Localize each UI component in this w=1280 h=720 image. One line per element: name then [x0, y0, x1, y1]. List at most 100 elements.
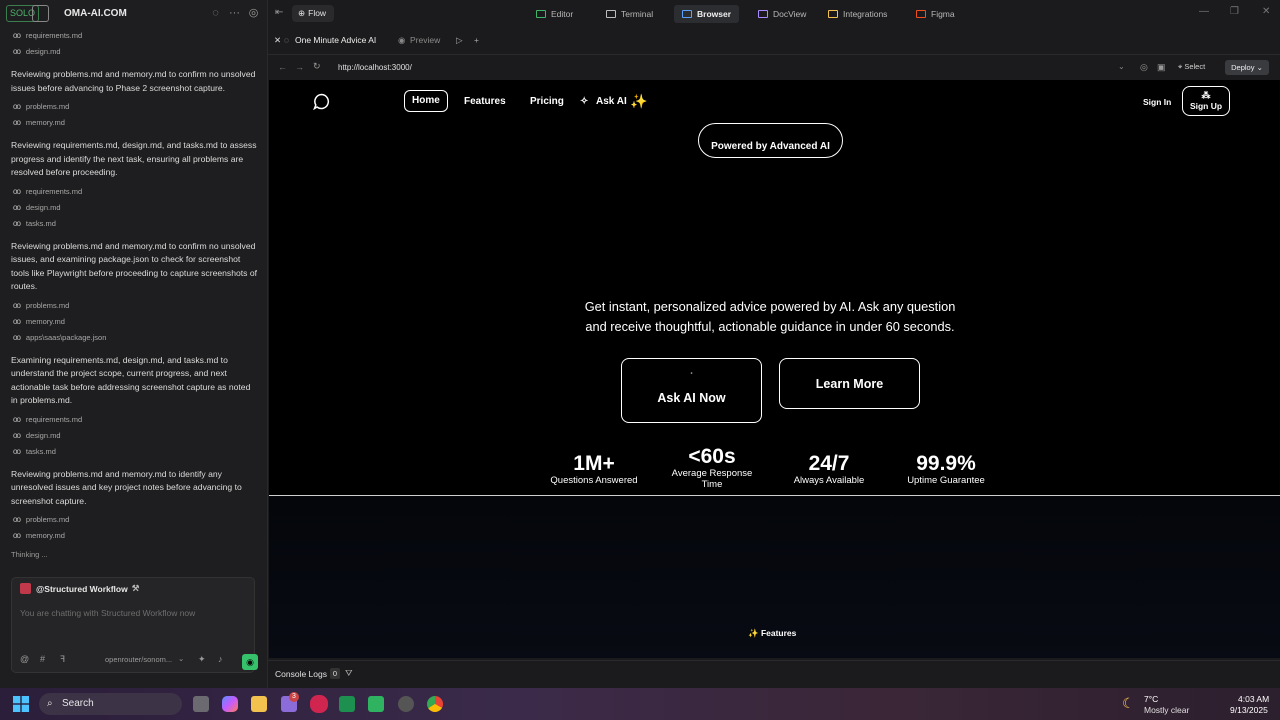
tab-figma[interactable]: Figma [908, 5, 963, 23]
back-icon[interactable]: ← [278, 62, 287, 72]
maximize-icon[interactable]: ❐ [1230, 6, 1239, 17]
nav-pricing[interactable]: Pricing [530, 96, 564, 107]
file-reference[interactable]: oo design.md [11, 200, 259, 216]
teams-icon[interactable]: 3 [281, 692, 299, 712]
file-reference[interactable]: oo problems.md [11, 99, 259, 115]
figma-attach-icon[interactable]: ꟻ [60, 654, 65, 665]
deploy-button[interactable]: Deploy ⌄ [1225, 60, 1269, 75]
tab-label: Browser [697, 9, 732, 19]
file-reference[interactable]: oo problems.md [11, 298, 259, 314]
taskbar-search[interactable]: ⌕ Search [39, 693, 182, 715]
opera-icon[interactable] [310, 695, 328, 713]
preview-tab[interactable]: Preview [410, 34, 440, 46]
file-reference[interactable]: oo memory.md [11, 314, 259, 330]
close-tab-icon[interactable]: ✕ [274, 34, 281, 46]
terminal-icon [606, 10, 616, 18]
file-reference-label: memory.md [25, 531, 65, 540]
file-reference[interactable]: oo requirements.md [11, 184, 259, 200]
close-window-icon[interactable]: ✕ [1262, 6, 1270, 17]
file-explorer-icon[interactable] [251, 696, 267, 712]
chevron-down-icon[interactable]: ⌄ [120, 8, 127, 17]
screenshot-icon[interactable]: ▣ [1157, 62, 1166, 73]
tab-editor[interactable]: Editor [528, 5, 581, 23]
chevron-down-icon: ⌄ [1256, 63, 1263, 72]
tab-integrations[interactable]: Integrations [820, 5, 895, 23]
nav-features[interactable]: Features [464, 96, 506, 107]
stat-value: 24/7 [808, 452, 850, 475]
file-reference[interactable]: oo tasks.md [11, 444, 259, 460]
sparkle-icon: ⁂ [1201, 90, 1211, 100]
ask-ai-now-button[interactable]: • Ask AI Now [621, 358, 762, 423]
project-name[interactable]: OMA-AI.COM [64, 8, 127, 19]
chrome-icon[interactable] [427, 696, 443, 712]
chevron-down-icon[interactable]: ⌄ [178, 654, 184, 663]
task-view-icon[interactable] [193, 696, 209, 712]
file-reference-label: problems.md [25, 102, 70, 111]
weather-moon-icon[interactable]: ☾ [1122, 695, 1135, 712]
play-icon[interactable]: ▷ [456, 34, 463, 46]
nav-ask-ai[interactable]: Ask AI [596, 96, 627, 107]
copilot-icon[interactable] [222, 696, 238, 712]
terminal-app-icon[interactable] [368, 696, 384, 712]
glasses-icon: oo [13, 446, 21, 456]
model-selector[interactable]: openrouter/sonom... [105, 655, 172, 664]
tab-terminal[interactable]: Terminal [598, 5, 661, 23]
file-reference[interactable]: oo memory.md [11, 115, 259, 131]
chat-input-box[interactable]: @Structured Workflow ⚒ You are chatting … [11, 577, 258, 673]
reload-icon[interactable]: ↻ [313, 61, 321, 72]
file-reference[interactable]: oo tasks.md [11, 216, 259, 232]
file-reference[interactable]: oo design.md [11, 44, 259, 60]
file-reference[interactable]: oo requirements.md [11, 28, 259, 44]
chat-bubble-icon[interactable]: ◌ [209, 7, 222, 20]
file-reference-label: problems.md [25, 515, 70, 524]
chevron-down-icon[interactable]: ⌄ [1118, 62, 1125, 71]
file-reference[interactable]: oo memory.md [11, 528, 259, 544]
tools-icon: ⚒ [131, 583, 140, 593]
file-reference[interactable]: oo design.md [11, 428, 259, 444]
browser-tab-title[interactable]: One Minute Advice AI [295, 34, 376, 46]
console-logs-tab[interactable]: Console Logs [275, 669, 327, 679]
glasses-icon: oo [13, 332, 21, 342]
user-icon[interactable]: ◎ [247, 7, 260, 20]
forward-icon[interactable]: → [295, 62, 304, 72]
tab-browser[interactable]: Browser [674, 5, 740, 23]
glasses-icon: oo [13, 186, 21, 196]
new-tab-icon[interactable]: + [474, 34, 479, 46]
chat-placeholder[interactable]: You are chatting with Structured Workflo… [20, 608, 195, 618]
hashtag-icon[interactable]: # [40, 654, 45, 664]
minimize-icon[interactable]: — [1199, 6, 1209, 17]
sign-up-button[interactable]: ⁂ Sign Up [1182, 86, 1230, 116]
filter-icon[interactable]: ⛛ [345, 668, 353, 679]
solo-app-icon[interactable] [339, 696, 355, 712]
github-icon[interactable] [398, 696, 414, 712]
mention-icon[interactable]: @ [20, 654, 29, 664]
sparkle-icon[interactable]: ✦ [198, 654, 206, 665]
browser-viewport: Home Features Pricing ✧ Ask AI ✨ Sign In… [269, 80, 1280, 658]
collapse-sidebar-icon[interactable]: ⇤ [275, 7, 283, 18]
url-input[interactable]: http://localhost:3000/ [338, 63, 412, 72]
tab-docview[interactable]: DocView [750, 5, 814, 23]
clock-time[interactable]: 4:03 AM [1238, 694, 1269, 704]
chat-logo-icon[interactable] [313, 93, 330, 110]
tab-label: DocView [773, 9, 807, 19]
sign-in-link[interactable]: Sign In [1143, 97, 1171, 107]
file-reference[interactable]: oo requirements.md [11, 412, 259, 428]
glasses-icon: oo [13, 316, 21, 326]
learn-more-button[interactable]: Learn More [779, 358, 920, 409]
layout-toggle-icon[interactable] [32, 5, 49, 22]
select-element-button[interactable]: ⌖ Select [1178, 62, 1205, 72]
nav-home[interactable]: Home [404, 90, 448, 112]
file-reference[interactable]: oo apps\saas\package.json [11, 330, 259, 346]
microphone-icon[interactable]: ♪ [218, 654, 223, 664]
weather-description[interactable]: Mostly clear [1144, 705, 1189, 715]
more-icon[interactable]: ··· [228, 7, 241, 20]
file-reference[interactable]: oo problems.md [11, 512, 259, 528]
weather-temperature[interactable]: 7°C [1144, 694, 1158, 704]
windows-start-icon[interactable] [13, 696, 29, 712]
flow-button[interactable]: ⊕ Flow [292, 5, 335, 22]
clock-date[interactable]: 9/13/2025 [1230, 705, 1268, 715]
file-reference-label: tasks.md [25, 446, 56, 456]
target-icon[interactable]: ◎ [1140, 62, 1148, 73]
send-button[interactable]: ◉ [242, 654, 258, 670]
select-label: Select [1184, 62, 1206, 71]
